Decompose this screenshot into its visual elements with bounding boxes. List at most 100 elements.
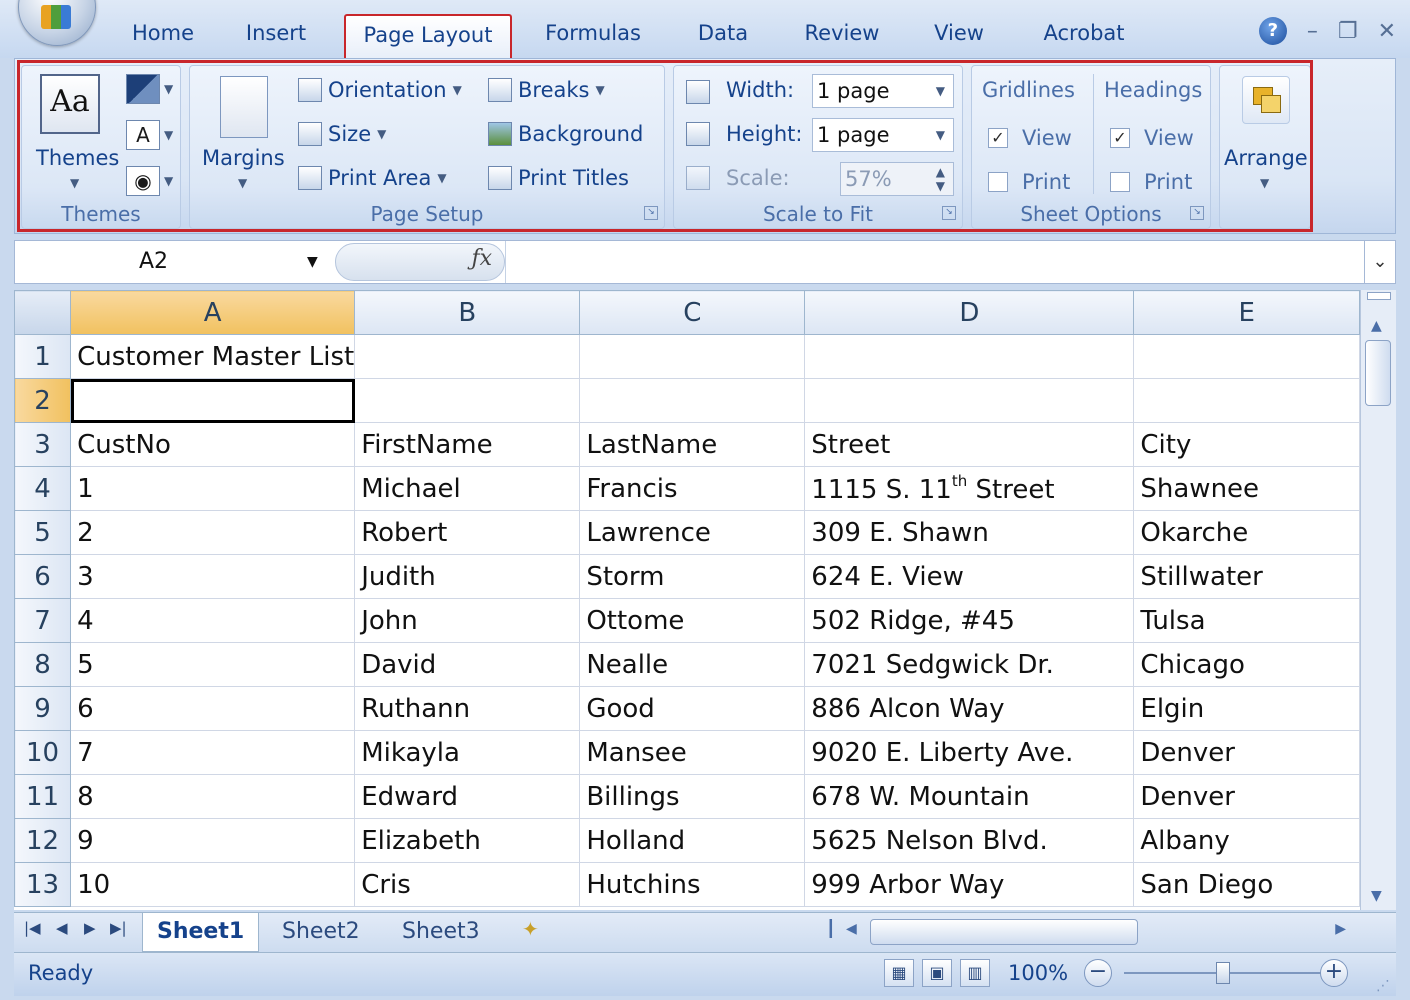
cell[interactable]: Chicago (1133, 642, 1360, 687)
row-header[interactable]: 10 (14, 730, 72, 775)
cell[interactable]: Albany (1133, 818, 1360, 863)
minimize-icon[interactable]: – (1307, 19, 1318, 44)
cell[interactable]: Judith (354, 554, 581, 599)
row-header[interactable]: 11 (14, 774, 72, 819)
zoom-slider-thumb[interactable] (1216, 962, 1230, 984)
row-header[interactable]: 12 (14, 818, 72, 863)
cell[interactable]: FirstName (354, 422, 581, 467)
theme-fonts-dropdown-icon[interactable]: ▼ (164, 128, 173, 142)
themes-button[interactable]: Themes (36, 146, 119, 170)
cell[interactable]: Robert (354, 510, 581, 555)
arrange-icon[interactable] (1242, 76, 1290, 124)
cell[interactable]: Stillwater (1133, 554, 1360, 599)
arrange-dropdown-icon[interactable]: ▼ (1260, 176, 1269, 190)
cell[interactable]: Nealle (579, 642, 806, 687)
cell[interactable] (354, 378, 581, 423)
cell[interactable] (354, 334, 581, 379)
cell[interactable]: 7 (70, 730, 356, 775)
tab-home[interactable]: Home (128, 18, 198, 56)
headings-view-checkbox[interactable]: ✓ View (1110, 126, 1194, 150)
cell[interactable]: 8 (70, 774, 356, 819)
cell[interactable]: 678 W. Mountain (804, 774, 1135, 819)
gridlines-view-checkbox[interactable]: ✓ View (988, 126, 1072, 150)
scroll-down-icon[interactable]: ▼ (1371, 888, 1382, 904)
cell[interactable]: Customer Master List (70, 334, 356, 379)
cell[interactable]: Holland (579, 818, 806, 863)
horizontal-scroll-thumb[interactable] (870, 919, 1138, 945)
scroll-right-icon[interactable]: ▶ (1335, 921, 1346, 937)
cell[interactable]: Street (804, 422, 1135, 467)
row-header[interactable]: 7 (14, 598, 72, 643)
row-header[interactable]: 13 (14, 862, 72, 907)
resize-grip-icon[interactable]: ⋰ (1376, 978, 1390, 994)
cell[interactable]: Elizabeth (354, 818, 581, 863)
print-titles-button[interactable]: Print Titles (488, 166, 629, 190)
cell[interactable]: Okarche (1133, 510, 1360, 555)
normal-view-icon[interactable]: ▦ (884, 959, 914, 987)
cell[interactable]: 6 (70, 686, 356, 731)
cell[interactable]: John (354, 598, 581, 643)
cell[interactable]: 9 (70, 818, 356, 863)
cell[interactable]: 3 (70, 554, 356, 599)
cell[interactable]: San Diego (1133, 862, 1360, 907)
width-select[interactable]: 1 page ▼ (812, 74, 954, 108)
cell[interactable] (579, 378, 806, 423)
formula-input[interactable] (505, 241, 1356, 283)
arrange-button[interactable]: Arrange (1224, 146, 1308, 170)
vertical-scroll-thumb[interactable] (1365, 340, 1391, 406)
row-header[interactable]: 3 (14, 422, 72, 467)
next-sheet-icon[interactable]: ▶ (84, 919, 96, 937)
cell[interactable]: Good (579, 686, 806, 731)
select-all-corner[interactable] (14, 290, 72, 335)
column-header-e[interactable]: E (1133, 290, 1360, 335)
close-icon[interactable]: ✕ (1378, 19, 1396, 44)
column-header-b[interactable]: B (354, 290, 581, 335)
column-header-c[interactable]: C (579, 290, 806, 335)
theme-colors-dropdown-icon[interactable]: ▼ (164, 82, 173, 96)
cell[interactable]: 7021 Sedgwick Dr. (804, 642, 1135, 687)
cell[interactable]: 10 (70, 862, 356, 907)
horizontal-scrollbar[interactable]: ┃ ◀ ▶ (826, 919, 1356, 945)
vertical-scrollbar[interactable]: ▲ ▼ (1360, 290, 1396, 910)
row-header[interactable]: 1 (14, 334, 72, 379)
cell[interactable]: 502 Ridge, #45 (804, 598, 1135, 643)
cell[interactable] (804, 334, 1135, 379)
cell[interactable]: CustNo (70, 422, 356, 467)
cell[interactable]: Shawnee (1133, 466, 1360, 511)
row-header[interactable]: 2 (14, 378, 72, 423)
help-icon[interactable]: ? (1258, 17, 1287, 45)
sheet-options-launcher-icon[interactable]: ↘ (1190, 206, 1204, 220)
cell[interactable] (1133, 378, 1360, 423)
cell[interactable]: Michael (354, 466, 581, 511)
cell[interactable]: Lawrence (579, 510, 806, 555)
expand-formula-bar-icon[interactable]: ⌄ (1364, 241, 1395, 283)
active-cell[interactable] (70, 378, 356, 423)
cell[interactable]: Mansee (579, 730, 806, 775)
cell[interactable]: Denver (1133, 774, 1360, 819)
theme-fonts-icon[interactable]: A (126, 120, 160, 150)
cell[interactable]: Mikayla (354, 730, 581, 775)
cell[interactable]: Billings (579, 774, 806, 819)
row-header[interactable]: 4 (14, 466, 72, 511)
page-layout-view-icon[interactable]: ▣ (922, 959, 952, 987)
cell[interactable]: 1 (70, 466, 356, 511)
margins-button[interactable]: Margins (202, 146, 285, 170)
zoom-out-icon[interactable]: − (1084, 959, 1112, 987)
orientation-button[interactable]: Orientation ▼ (298, 78, 462, 102)
first-sheet-icon[interactable]: |◀ (24, 919, 41, 937)
cell[interactable] (579, 334, 806, 379)
cell[interactable]: Denver (1133, 730, 1360, 775)
cell[interactable]: Edward (354, 774, 581, 819)
cell[interactable]: 999 Arbor Way (804, 862, 1135, 907)
cell[interactable]: 309 E. Shawn (804, 510, 1135, 555)
margins-icon[interactable] (220, 76, 268, 138)
cell[interactable]: Storm (579, 554, 806, 599)
zoom-slider[interactable] (1124, 962, 1322, 984)
row-header[interactable]: 6 (14, 554, 72, 599)
cell[interactable]: 2 (70, 510, 356, 555)
scale-to-fit-launcher-icon[interactable]: ↘ (942, 206, 956, 220)
last-sheet-icon[interactable]: ▶| (110, 919, 127, 937)
scroll-left-icon[interactable]: ◀ (846, 921, 857, 937)
tab-split-handle[interactable]: ┃ (826, 919, 836, 938)
cell[interactable]: 624 E. View (804, 554, 1135, 599)
